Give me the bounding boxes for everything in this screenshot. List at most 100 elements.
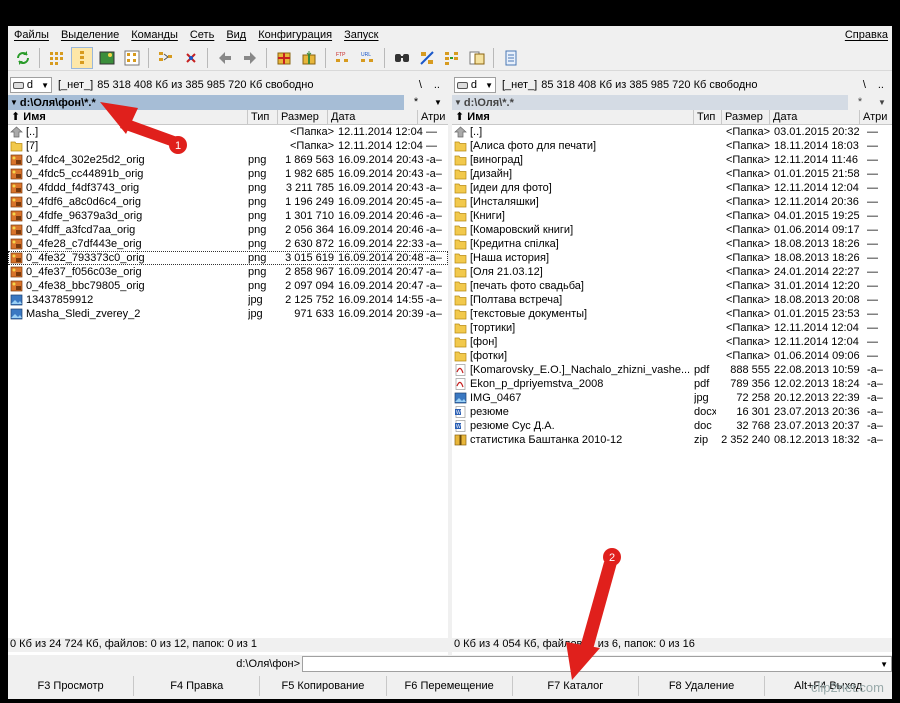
- file-row[interactable]: 0_4fdf6_a8c0d6c4_orig png 1 196 249 16.09.2…: [8, 195, 448, 209]
- file-row[interactable]: 0_4fe38_bbc79805_orig png 2 097 094 16.09.2…: [8, 279, 448, 293]
- file-row[interactable]: [Книги] <Папка> 04.01.2015 19:25 —: [452, 209, 892, 223]
- file-row[interactable]: статистика Баштанка 2010-12 zip 2 352 240 0…: [452, 433, 892, 447]
- thumbnail-view-button[interactable]: [96, 47, 118, 69]
- file-row[interactable]: [7] <Папка> 12.11.2014 12:04—: [8, 139, 448, 153]
- right-up-button[interactable]: ..: [878, 79, 884, 91]
- file-row[interactable]: [фотки] <Папка> 01.06.2014 09:06 —: [452, 349, 892, 363]
- menu-bar: Файлы Выделение Команды Сеть Вид Конфигу…: [8, 26, 892, 44]
- left-file-list[interactable]: [..] <Папка> 12.11.2014 12:04— [7] <Папка> 12…: [8, 125, 448, 645]
- file-row[interactable]: [Komarovsky_E.O.]_Nachalo_zhizni_vashe..…: [452, 363, 892, 377]
- brief-view-button[interactable]: [46, 47, 68, 69]
- col-date[interactable]: Дата: [328, 109, 418, 125]
- file-row[interactable]: Wрезюме Сус Д.А. doc 32 768 23.07.2013 20:3…: [452, 419, 892, 433]
- f3-view-button[interactable]: F3 Просмотр: [8, 676, 135, 696]
- history-dropdown-icon[interactable]: ▼: [10, 98, 18, 107]
- left-drive-select[interactable]: d ▼: [10, 77, 52, 93]
- menu-network[interactable]: Сеть: [184, 26, 220, 44]
- back-button[interactable]: [214, 47, 236, 69]
- menu-configuration[interactable]: Конфигурация: [252, 26, 338, 44]
- f5-copy-button[interactable]: F5 Копирование: [260, 676, 387, 696]
- f6-move-button[interactable]: F6 Перемещение: [387, 676, 513, 696]
- file-row[interactable]: 0_4fdc5_cc44891b_orig png 1 982 685 16.09.2…: [8, 167, 448, 181]
- col-name[interactable]: ⬆ Имя: [452, 109, 694, 125]
- notepad-button[interactable]: [500, 47, 522, 69]
- f8-delete-button[interactable]: F8 Удаление: [639, 676, 766, 696]
- chevron-down-icon[interactable]: ▼: [880, 660, 888, 669]
- file-row[interactable]: [дизайн] <Папка> 01.01.2015 21:58 —: [452, 167, 892, 181]
- drive-icon: [457, 81, 468, 89]
- col-type[interactable]: Тип: [694, 109, 722, 125]
- col-size[interactable]: Размер: [278, 109, 328, 125]
- file-row[interactable]: [текстовые документы] <Папка> 01.01.2015 2…: [452, 307, 892, 321]
- multi-rename-button[interactable]: [416, 47, 438, 69]
- file-row[interactable]: [печать фото свадьба] <Папка> 31.01.2014 1…: [452, 279, 892, 293]
- right-root-button[interactable]: \: [863, 79, 866, 91]
- file-row[interactable]: [идеи для фото] <Папка> 12.11.2014 12:04 —: [452, 181, 892, 195]
- file-row[interactable]: [..] <Папка> 12.11.2014 12:04—: [8, 125, 448, 139]
- file-row[interactable]: [Инсталяшки] <Папка> 12.11.2014 20:36 —: [452, 195, 892, 209]
- file-row[interactable]: [тортики] <Папка> 12.11.2014 12:04 —: [452, 321, 892, 335]
- menu-view[interactable]: Вид: [220, 26, 252, 44]
- sync-dirs-button[interactable]: [441, 47, 463, 69]
- file-row[interactable]: 0_4fe32_793373c0_orig png 3 015 619 16.09.2…: [8, 251, 448, 265]
- command-line-input[interactable]: ▼: [302, 656, 892, 672]
- left-filter-button[interactable]: *: [404, 95, 428, 110]
- right-path-bar: ▼ d:\Оля\*.* * ▼: [452, 95, 892, 110]
- file-row[interactable]: Wрезюме docx 16 301 23.07.2013 20:36 -a–: [452, 405, 892, 419]
- full-view-button[interactable]: [70, 46, 93, 69]
- menu-start[interactable]: Запуск: [338, 26, 384, 44]
- f7-mkdir-button[interactable]: F7 Каталог: [513, 676, 639, 696]
- menu-selection[interactable]: Выделение: [55, 26, 125, 44]
- file-row[interactable]: 0_4fdff_a3fcd7aa_orig png 2 056 364 16.09.2…: [8, 223, 448, 237]
- file-row[interactable]: [фон] <Папка> 12.11.2014 12:04 —: [452, 335, 892, 349]
- file-row[interactable]: 0_4fddd_f4df3743_orig png 3 211 785 16.09.2…: [8, 181, 448, 195]
- file-row[interactable]: [..] <Папка> 03.01.2015 20:32 —: [452, 125, 892, 139]
- file-row[interactable]: 0_4fdfe_96379a3d_orig png 1 301 710 16.09.2…: [8, 209, 448, 223]
- tree-view-button[interactable]: [121, 47, 143, 69]
- file-row[interactable]: [Комаровский книги] <Папка> 01.06.2014 09:…: [452, 223, 892, 237]
- file-row[interactable]: IMG_0467 jpg 72 258 20.12.2013 22:39 -a–: [452, 391, 892, 405]
- png-icon: [10, 280, 23, 292]
- right-drive-select[interactable]: d ▼: [454, 77, 496, 93]
- invert-selection-button[interactable]: [180, 47, 202, 69]
- right-file-list[interactable]: [..] <Папка> 03.01.2015 20:32— [Алиса фото …: [452, 125, 892, 645]
- col-size[interactable]: Размер: [722, 109, 770, 125]
- right-filter-button[interactable]: *: [848, 95, 872, 110]
- file-row[interactable]: Ekon_p_dpriyemstva_2008 pdf 789 356 12.02.2…: [452, 377, 892, 391]
- pack-button[interactable]: [273, 47, 295, 69]
- ftp-button[interactable]: FTP: [332, 47, 354, 69]
- left-root-button[interactable]: \: [419, 79, 422, 91]
- file-row[interactable]: 0_4fe37_f056c03e_orig png 2 858 967 16.09.2…: [8, 265, 448, 279]
- col-name[interactable]: ⬆ Имя: [8, 109, 248, 125]
- file-row[interactable]: [Алиса фото для печати] <Папка> 18.11.2014…: [452, 139, 892, 153]
- menu-files[interactable]: Файлы: [8, 26, 55, 44]
- menu-help[interactable]: Справка: [839, 26, 892, 44]
- file-row[interactable]: Masha_Sledi_zverey_2 jpg 971 633 16.09.2014…: [8, 307, 448, 321]
- unpack-button[interactable]: [298, 47, 320, 69]
- col-attr[interactable]: Атри: [418, 110, 448, 125]
- file-row[interactable]: [Полтава встреча] <Папка> 18.08.2013 20:08…: [452, 293, 892, 307]
- file-row[interactable]: [Наша история] <Папка> 18.08.2013 18:26 —: [452, 251, 892, 265]
- compare-files-button[interactable]: [466, 47, 488, 69]
- file-row[interactable]: [Кредитна спілка] <Папка> 18.08.2013 18:26…: [452, 237, 892, 251]
- col-attr[interactable]: Атри: [860, 110, 892, 125]
- file-row[interactable]: 0_4fdc4_302e25d2_orig png 1 869 563 16.09.2…: [8, 153, 448, 167]
- chevron-down-icon[interactable]: ▼: [428, 95, 448, 110]
- search-button[interactable]: [391, 47, 413, 69]
- left-up-button[interactable]: ..: [434, 79, 440, 91]
- file-size: <Папка>: [726, 280, 770, 292]
- compare-dirs-button[interactable]: [155, 47, 177, 69]
- f4-edit-button[interactable]: F4 Правка: [134, 676, 261, 696]
- chevron-down-icon[interactable]: ▼: [872, 95, 892, 110]
- refresh-button[interactable]: [12, 47, 34, 69]
- forward-button[interactable]: [239, 47, 261, 69]
- menu-commands[interactable]: Команды: [125, 26, 184, 44]
- history-dropdown-icon[interactable]: ▼: [454, 98, 462, 107]
- url-button[interactable]: URL: [357, 47, 379, 69]
- file-row[interactable]: [Оля 21.03.12] <Папка> 24.01.2014 22:27 —: [452, 265, 892, 279]
- file-row[interactable]: [виноград] <Папка> 12.11.2014 11:46 —: [452, 153, 892, 167]
- file-row[interactable]: 0_4fe28_c7df443e_orig png 2 630 872 16.09.2…: [8, 237, 448, 251]
- col-type[interactable]: Тип: [248, 109, 278, 125]
- col-date[interactable]: Дата: [770, 109, 860, 125]
- file-row[interactable]: 13437859912 jpg 2 125 752 16.09.2014 14:55-…: [8, 293, 448, 307]
